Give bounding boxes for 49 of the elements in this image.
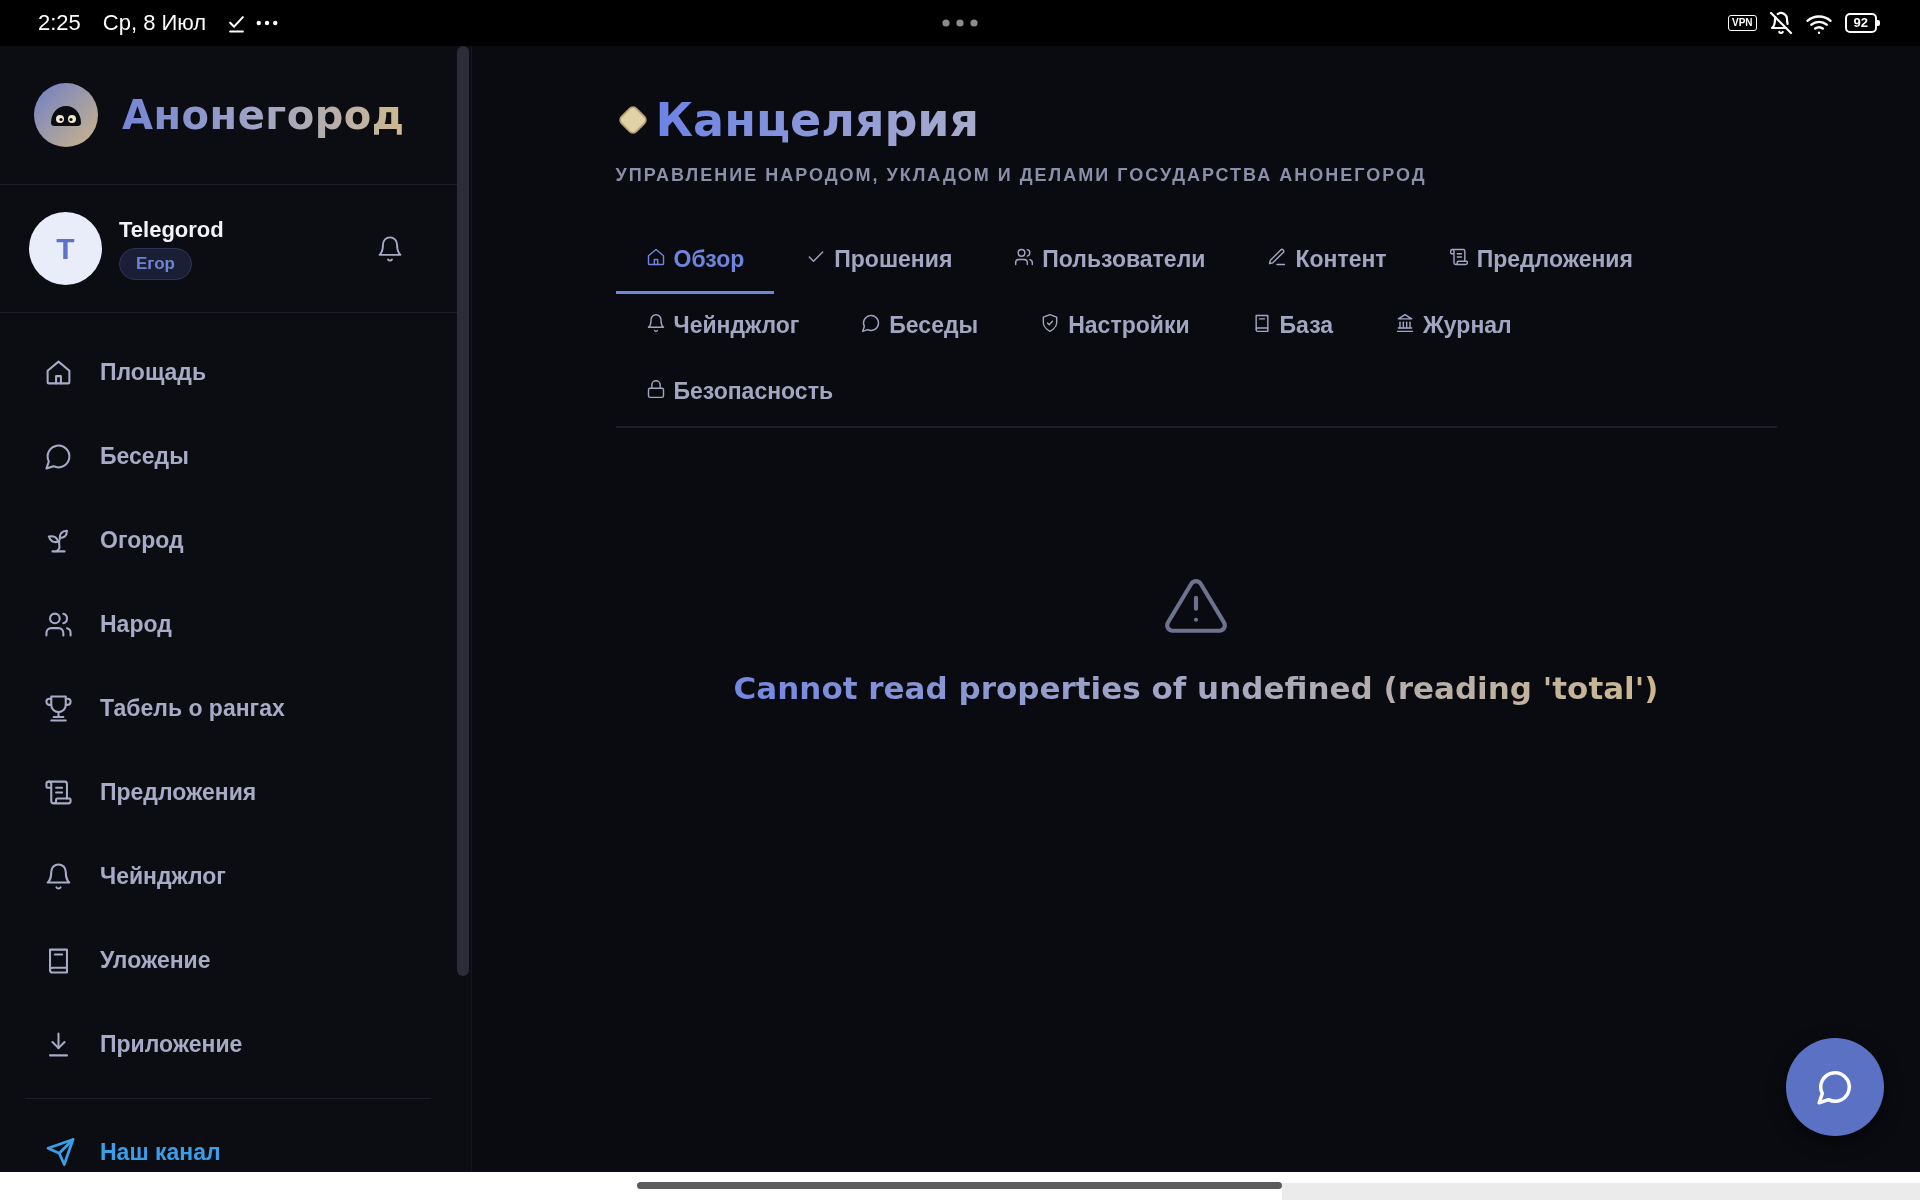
users-icon: [1014, 246, 1035, 267]
chat-bubble-icon: [1816, 1068, 1854, 1106]
lock-icon: [645, 378, 666, 399]
more-icon[interactable]: [941, 19, 978, 27]
tab[interactable]: Журнал: [1365, 294, 1542, 360]
home-icon: [645, 246, 666, 267]
vpn-indicator: VPN: [1727, 15, 1757, 31]
paper-plane-icon: [44, 1137, 77, 1167]
pillared-building-icon: [1395, 312, 1416, 333]
status-time: 2:25: [38, 10, 81, 36]
user-avatar: T: [29, 212, 102, 285]
bell-off-icon: [1768, 11, 1793, 35]
more-icon: [256, 20, 279, 26]
role-tag: Егор: [119, 248, 192, 280]
status-date: Ср, 8 Июл: [102, 10, 207, 36]
tab[interactable]: Чейнджлог: [615, 294, 830, 360]
nav-item[interactable]: Приложение: [0, 1002, 457, 1086]
bell-icon: [645, 312, 666, 333]
nav-item[interactable]: Табель о рангах: [0, 666, 457, 750]
tab[interactable]: Беседы: [831, 294, 1009, 360]
user-name: Telegorod: [119, 217, 224, 243]
page-subtitle: УПРАВЛЕНИЕ НАРОДОМ, УКЛАДОМ И ДЕЛАМИ ГОСУДАРСТВА АНОНЕГОРОД: [615, 164, 1428, 187]
nav-item[interactable]: Народ: [0, 582, 457, 666]
pencil-icon: [1267, 246, 1288, 267]
scrollbar-thumb[interactable]: [637, 1182, 1282, 1189]
trophy-icon: [44, 693, 73, 723]
scroll-icon: [1448, 246, 1469, 267]
chat-bubble-icon: [861, 312, 882, 333]
tab[interactable]: Контент: [1237, 228, 1417, 294]
bell-icon[interactable]: [376, 234, 404, 263]
tab[interactable]: Пользователи: [984, 228, 1236, 294]
tab[interactable]: Обзор: [615, 228, 775, 294]
tab[interactable]: Прошения: [776, 228, 983, 294]
logo-icon[interactable]: [34, 83, 98, 147]
tab[interactable]: Предложения: [1418, 228, 1663, 294]
tab[interactable]: Настройки: [1010, 294, 1220, 360]
check-icon: [227, 13, 247, 33]
channel-link[interactable]: Наш канал: [0, 1130, 457, 1172]
scrollbar-thumb[interactable]: [457, 46, 469, 976]
nav-item[interactable]: Уложение: [0, 918, 457, 1002]
nav-item[interactable]: Беседы: [0, 414, 457, 498]
nav-item[interactable]: Чейнджлог: [0, 834, 457, 918]
tab[interactable]: Безопасность: [615, 360, 864, 426]
nav-item[interactable]: Огород: [0, 498, 457, 582]
battery-indicator: 92: [1844, 13, 1877, 33]
tab[interactable]: База: [1221, 294, 1364, 360]
bell-icon: [44, 861, 73, 891]
nav-item[interactable]: Площадь: [0, 330, 457, 414]
nav-item[interactable]: Предложения: [0, 750, 457, 834]
